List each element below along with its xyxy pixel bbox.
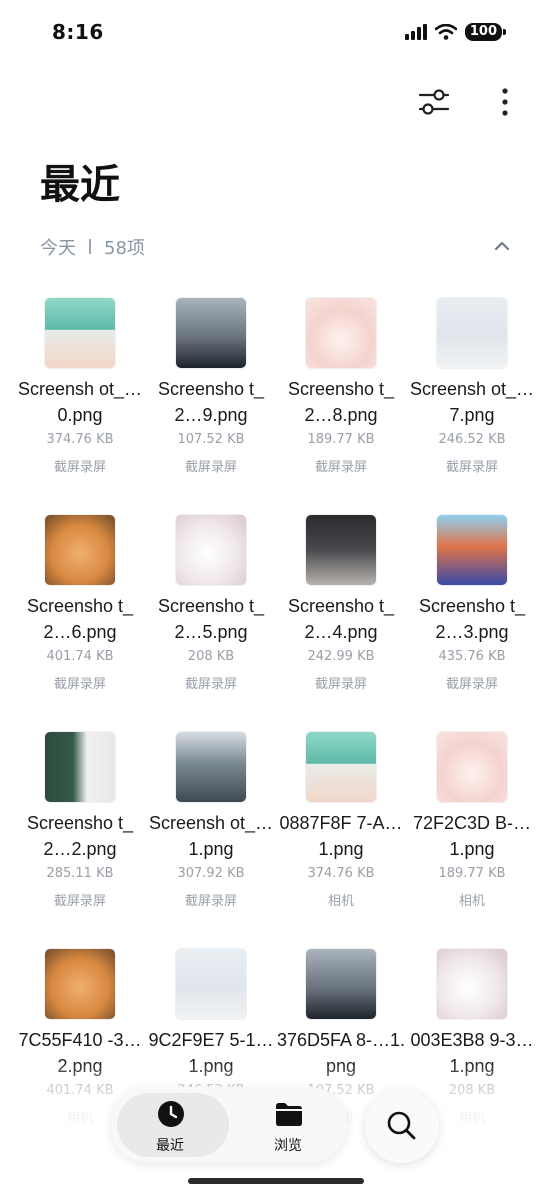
file-source: 相机 <box>458 894 485 909</box>
file-name: Screensho t_2…4.png <box>287 596 395 642</box>
file-source: 截屏录屏 <box>53 460 106 475</box>
section-header[interactable]: 今天 58项 <box>40 234 512 260</box>
file-size: 307.92 KB <box>177 866 245 881</box>
file-item[interactable]: Screensh ot_…1.png 307.92 KB 截屏录屏 <box>146 732 276 922</box>
file-thumbnail <box>306 732 376 802</box>
file-thumbnail <box>45 298 115 368</box>
more-options-button[interactable] <box>490 84 520 120</box>
file-name: Screensho t_2…5.png <box>157 596 265 642</box>
file-source: 截屏录屏 <box>445 677 498 692</box>
chevron-up-icon[interactable] <box>492 236 512 256</box>
filter-button[interactable] <box>414 84 454 120</box>
nav-browse[interactable]: 浏览 <box>229 1087 347 1163</box>
file-source: 截屏录屏 <box>184 677 237 692</box>
file-thumbnail <box>176 298 246 368</box>
file-thumbnail <box>176 515 246 585</box>
section-count: 58项 <box>104 238 145 259</box>
nav-recent-label: 最近 <box>156 1138 184 1154</box>
file-source: 截屏录屏 <box>314 677 367 692</box>
page-title: 最近 <box>40 162 120 208</box>
sliders-icon <box>418 89 450 115</box>
file-item[interactable]: Screensho t_2…3.png 435.76 KB 截屏录屏 <box>407 515 537 705</box>
file-thumbnail <box>306 515 376 585</box>
file-name: Screensho t_2…2.png <box>26 813 134 859</box>
search-icon <box>387 1111 416 1140</box>
file-item[interactable]: Screensho t_2…5.png 208 KB 截屏录屏 <box>146 515 276 705</box>
file-item[interactable]: Screensho t_2…2.png 285.11 KB 截屏录屏 <box>15 732 145 922</box>
section-date: 今天 <box>40 238 76 259</box>
clock-icon <box>158 1101 184 1127</box>
file-name: Screensh ot_…0.png <box>17 379 143 425</box>
nav-recent[interactable]: 最近 <box>111 1087 229 1163</box>
file-item[interactable]: Screensho t_2…6.png 401.74 KB 截屏录屏 <box>15 515 145 705</box>
signal-icon <box>404 24 427 40</box>
file-item[interactable]: Screensh ot_…0.png 374.76 KB 截屏录屏 <box>15 298 145 488</box>
status-time: 8:16 <box>52 20 104 44</box>
file-size: 208 KB <box>187 649 235 664</box>
file-size: 189.77 KB <box>438 866 506 881</box>
file-source: 截屏录屏 <box>184 460 237 475</box>
file-name: Screensho t_2…9.png <box>157 379 265 425</box>
file-thumbnail <box>437 298 507 368</box>
file-source: 截屏录屏 <box>445 460 498 475</box>
file-item[interactable]: Screensho t_2…8.png 189.77 KB 截屏录屏 <box>276 298 406 488</box>
file-source: 截屏录屏 <box>314 460 367 475</box>
file-name: Screensh ot_…7.png <box>409 379 535 425</box>
folder-icon <box>276 1103 302 1126</box>
file-item[interactable]: Screensho t_2…4.png 242.99 KB 截屏录屏 <box>276 515 406 705</box>
battery-indicator: 100 <box>464 23 507 41</box>
file-thumbnail <box>437 949 507 1019</box>
file-size: 189.77 KB <box>307 432 375 447</box>
file-size: 435.76 KB <box>438 649 506 664</box>
file-source: 相机 <box>327 894 354 909</box>
file-name: Screensho t_2…8.png <box>287 379 395 425</box>
file-thumbnail <box>306 949 376 1019</box>
file-source: 截屏录屏 <box>184 894 237 909</box>
search-button[interactable] <box>365 1089 439 1163</box>
status-icons: 100 <box>404 23 507 41</box>
file-thumbnail <box>437 732 507 802</box>
file-item[interactable]: Screensh ot_…7.png 246.52 KB 截屏录屏 <box>407 298 537 488</box>
file-size: 374.76 KB <box>307 866 375 881</box>
file-thumbnail <box>306 298 376 368</box>
file-thumbnail <box>437 515 507 585</box>
screen: 8:16 100 最近 今天 58项 Screensh ot_…0.png 37… <box>0 0 552 1200</box>
section-divider <box>89 239 91 254</box>
file-size: 246.52 KB <box>438 432 506 447</box>
file-size: 242.99 KB <box>307 649 375 664</box>
file-item[interactable]: 72F2C3D B-…1.png 189.77 KB 相机 <box>407 732 537 922</box>
file-name: 72F2C3D B-…1.png <box>412 813 532 859</box>
file-source: 截屏录屏 <box>53 677 106 692</box>
file-thumbnail <box>176 732 246 802</box>
file-source: 截屏录屏 <box>53 894 106 909</box>
file-name: Screensho t_2…6.png <box>26 596 134 642</box>
file-thumbnail <box>45 515 115 585</box>
file-thumbnail <box>45 949 115 1019</box>
file-size: 401.74 KB <box>46 649 114 664</box>
more-vertical-icon <box>502 88 508 116</box>
file-item[interactable]: Screensho t_2…9.png 107.52 KB 截屏录屏 <box>146 298 276 488</box>
bottom-nav: 最近 浏览 <box>111 1087 347 1163</box>
file-name: 0887F8F 7-A…1.png <box>279 813 403 859</box>
status-bar: 8:16 100 <box>0 0 552 66</box>
wifi-icon <box>434 24 457 40</box>
nav-browse-label: 浏览 <box>274 1138 302 1154</box>
file-thumbnail <box>45 732 115 802</box>
file-name: Screensho t_2…3.png <box>418 596 526 642</box>
file-thumbnail <box>176 949 246 1019</box>
file-name: Screensh ot_…1.png <box>148 813 274 859</box>
home-indicator <box>188 1178 364 1184</box>
file-size: 285.11 KB <box>46 866 114 881</box>
file-item[interactable]: 0887F8F 7-A…1.png 374.76 KB 相机 <box>276 732 406 922</box>
file-size: 107.52 KB <box>177 432 245 447</box>
file-size: 374.76 KB <box>46 432 114 447</box>
